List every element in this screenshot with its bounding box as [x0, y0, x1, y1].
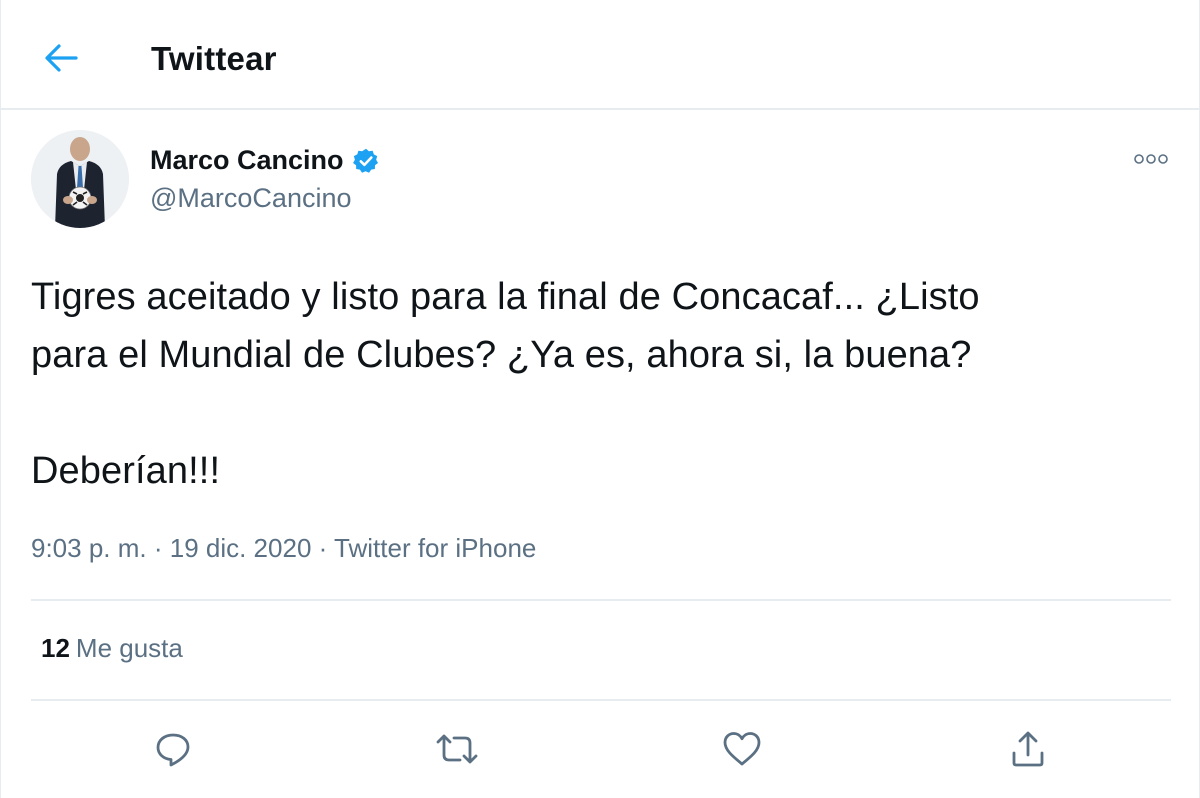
tweet-detail-page: Twittear Marco Cancino @MarcoCancino Tig…	[0, 0, 1200, 798]
more-horizontal-icon	[1134, 154, 1168, 164]
retweet-button[interactable]	[434, 726, 480, 772]
verified-badge-icon	[352, 148, 378, 173]
page-header: Twittear	[1, 0, 1200, 110]
back-button[interactable]	[41, 38, 81, 78]
likes-label: Me gusta	[75, 633, 183, 663]
tweet-time[interactable]: 9:03 p. m.	[31, 533, 147, 563]
tweet-date[interactable]: 19 dic. 2020	[170, 533, 312, 563]
avatar[interactable]	[31, 130, 129, 228]
avatar-image	[31, 130, 129, 228]
author-handle[interactable]: @MarcoCancino	[150, 183, 352, 214]
divider	[31, 599, 1171, 601]
arrow-left-icon	[45, 44, 78, 72]
reply-icon	[156, 733, 190, 767]
divider	[31, 699, 1171, 701]
share-button[interactable]	[1005, 726, 1051, 772]
heart-icon	[723, 732, 761, 766]
author-name[interactable]: Marco Cancino	[150, 145, 380, 176]
reply-button[interactable]	[150, 726, 196, 772]
author-name-text: Marco Cancino	[150, 145, 344, 175]
likes-stat[interactable]: 12 Me gusta	[41, 633, 183, 664]
more-options-button[interactable]	[1129, 146, 1173, 172]
meta-separator: ·	[146, 533, 170, 563]
share-icon	[1012, 731, 1044, 767]
page-title: Twittear	[151, 40, 277, 77]
retweet-icon	[436, 734, 478, 764]
tweet-text: Tigres aceitado y listo para la final de…	[31, 276, 980, 492]
meta-separator: ·	[311, 533, 335, 563]
tweet-source[interactable]: Twitter for iPhone	[334, 533, 536, 563]
like-button[interactable]	[719, 726, 765, 772]
tweet-metadata: 9:03 p. m. · 19 dic. 2020 · Twitter for …	[31, 533, 536, 564]
likes-count: 12	[41, 633, 70, 663]
